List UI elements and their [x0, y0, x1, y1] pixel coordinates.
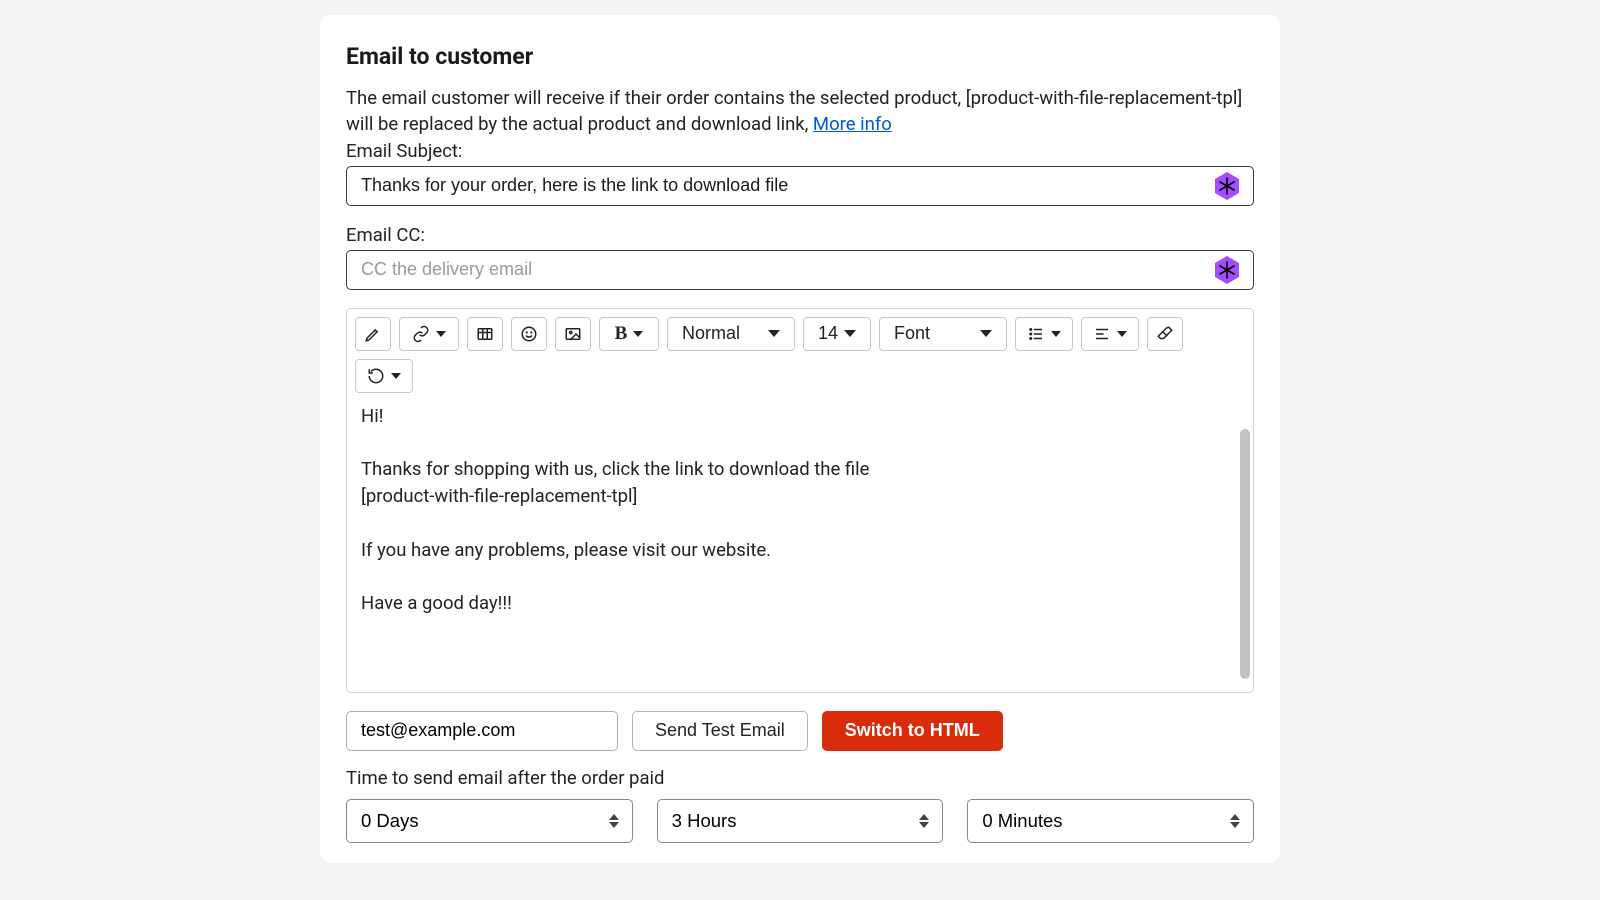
editor-toolbar: B Normal 14 Font [346, 308, 1254, 401]
format-value: Normal [682, 323, 740, 344]
chevron-down-icon [1051, 331, 1061, 337]
email-subject-input[interactable] [346, 166, 1254, 206]
delay-minutes-select[interactable]: 0 Minutes [967, 799, 1254, 843]
clear-format-button[interactable] [1147, 317, 1183, 351]
description-text: The email customer will receive if their… [346, 87, 1242, 135]
page-title: Email to customer [346, 43, 1254, 70]
delay-hours-select[interactable]: 3 Hours [657, 799, 944, 843]
paragraph-format-select[interactable]: Normal [667, 317, 795, 351]
switch-to-html-button[interactable]: Switch to HTML [822, 711, 1003, 751]
scrollbar[interactable] [1240, 429, 1250, 679]
edit-button[interactable] [355, 317, 391, 351]
table-icon [476, 325, 494, 343]
test-email-input[interactable] [346, 711, 618, 751]
cc-input-wrap [346, 250, 1254, 290]
chevron-down-icon [391, 373, 401, 379]
subject-label: Email Subject: [346, 140, 1254, 162]
delay-label: Time to send email after the order paid [346, 767, 1254, 789]
bold-icon: B [615, 323, 628, 345]
align-button[interactable] [1081, 317, 1139, 351]
more-info-link[interactable]: More info [813, 113, 892, 135]
table-button[interactable] [467, 317, 503, 351]
toolbar-row2 [355, 359, 1245, 393]
list-button[interactable] [1015, 317, 1073, 351]
font-size-select[interactable]: 14 [803, 317, 871, 351]
delay-days-select[interactable]: 0 Days [346, 799, 633, 843]
email-settings-card: Email to customer The email customer wil… [320, 15, 1280, 863]
email-cc-input[interactable] [346, 250, 1254, 290]
image-button[interactable] [555, 317, 591, 351]
chevron-down-icon [1117, 331, 1127, 337]
image-icon [564, 325, 582, 343]
emoji-button[interactable] [511, 317, 547, 351]
align-icon [1093, 325, 1111, 343]
test-email-row: Send Test Email Switch to HTML [346, 711, 1254, 751]
chevron-down-icon [436, 331, 446, 337]
subject-input-wrap [346, 166, 1254, 206]
delay-selects: 0 Days 3 Hours 0 Minutes [346, 799, 1254, 843]
insert-variable-icon[interactable] [1212, 255, 1242, 285]
scrollbar-thumb[interactable] [1240, 429, 1250, 679]
send-test-email-button[interactable]: Send Test Email [632, 711, 808, 751]
cc-label: Email CC: [346, 224, 1254, 246]
list-icon [1027, 325, 1045, 343]
link-icon [412, 325, 430, 343]
bold-button[interactable]: B [599, 317, 659, 351]
chevron-down-icon [633, 331, 643, 337]
description: The email customer will receive if their… [346, 86, 1254, 138]
smile-icon [520, 325, 538, 343]
chevron-down-icon [980, 330, 992, 337]
chevron-down-icon [844, 330, 856, 337]
editor-content[interactable]: Hi! Thanks for shopping with us, click t… [347, 401, 1253, 692]
font-family-select[interactable]: Font [879, 317, 1007, 351]
undo-icon [367, 367, 385, 385]
font-value: Font [894, 323, 930, 344]
size-value: 14 [818, 323, 838, 344]
insert-variable-icon[interactable] [1212, 171, 1242, 201]
eraser-icon [1156, 325, 1174, 343]
chevron-down-icon [768, 330, 780, 337]
email-body-editor[interactable]: Hi! Thanks for shopping with us, click t… [346, 401, 1254, 693]
undo-button[interactable] [355, 359, 413, 393]
link-button[interactable] [399, 317, 459, 351]
